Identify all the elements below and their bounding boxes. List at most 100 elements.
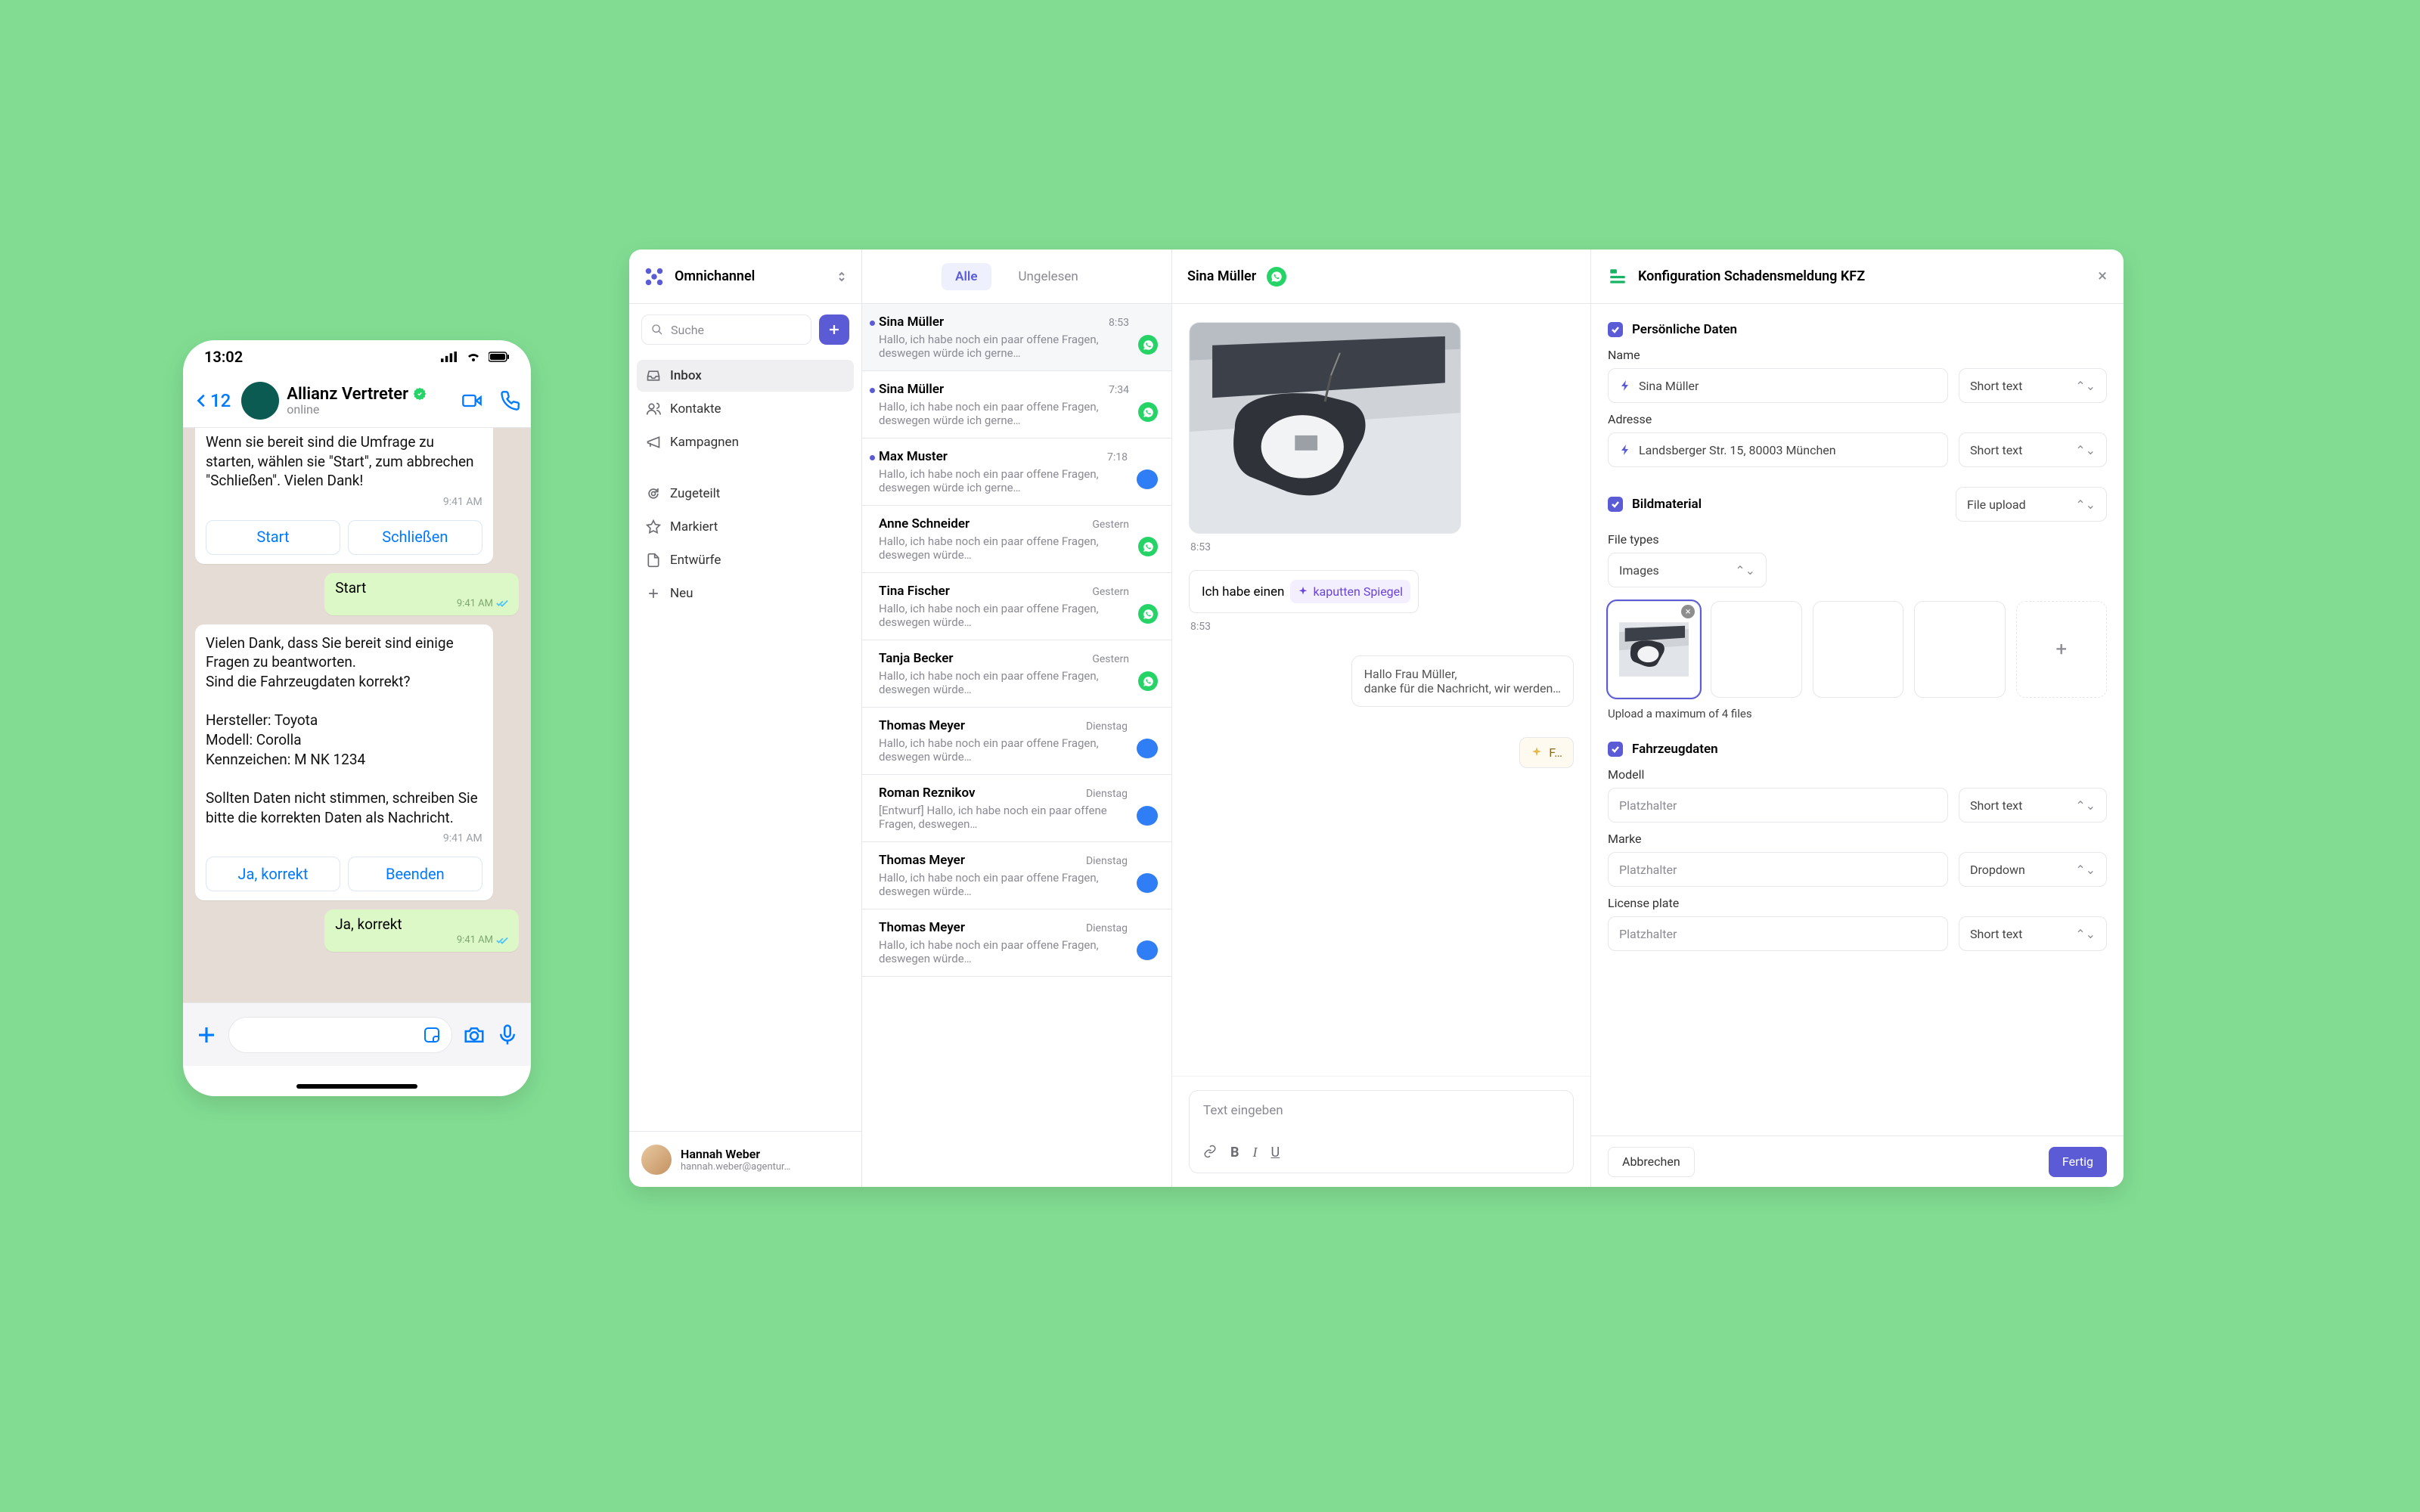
nav-campaigns[interactable]: Kampagnen: [637, 426, 854, 458]
conv-preview: Hallo, ich habe noch ein paar offene Fra…: [879, 333, 1129, 360]
quick-reply-yes[interactable]: Ja, korrekt: [206, 857, 340, 891]
attached-image[interactable]: [1189, 322, 1461, 534]
select-filetypes[interactable]: Images⌃⌄: [1608, 553, 1767, 587]
italic-button[interactable]: I: [1253, 1145, 1258, 1160]
input-plate[interactable]: Platzhalter: [1608, 916, 1948, 951]
file-icon: [646, 553, 661, 568]
contact-avatar[interactable]: [241, 382, 279, 420]
conversation-item[interactable]: Thomas MeyerDienstagHallo, ich habe noch…: [862, 909, 1171, 977]
label-model: Modell: [1608, 767, 2107, 782]
bolt-icon: [1619, 444, 1631, 456]
select-upload-type[interactable]: File upload⌃⌄: [1956, 487, 2107, 522]
select-type-brand[interactable]: Dropdown⌃⌄: [1959, 852, 2107, 887]
input-name[interactable]: Sina Müller: [1608, 368, 1948, 403]
select-type-address[interactable]: Short text⌃⌄: [1959, 432, 2107, 467]
workspace-name: Omnichannel: [675, 268, 827, 284]
conversation-item[interactable]: Roman ReznikovDienstag[Entwurf] Hallo, i…: [862, 775, 1171, 842]
channel-icon: [1137, 940, 1158, 960]
video-call-icon[interactable]: [461, 390, 482, 411]
checkbox-vehicle[interactable]: [1608, 742, 1623, 757]
nav-assigned[interactable]: Zugeteilt: [637, 478, 854, 510]
conv-name: Roman Reznikov: [879, 785, 975, 801]
nav-inbox[interactable]: Inbox: [637, 360, 854, 392]
search-input[interactable]: Suche: [641, 314, 811, 345]
conversation-item[interactable]: Sina Müller8:53Hallo, ich habe noch ein …: [862, 304, 1171, 371]
camera-icon[interactable]: [463, 1024, 486, 1046]
quick-reply-close[interactable]: Schließen: [348, 520, 482, 555]
conversation-item[interactable]: Tanja BeckerGesternHallo, ich habe noch …: [862, 640, 1171, 708]
thread-scroll[interactable]: 8:53 Ich habe einen kaputten Spiegel 8:5…: [1172, 304, 1590, 1076]
phone-clock: 13:02: [204, 348, 243, 366]
trigger-flow-button[interactable]: F…: [1519, 737, 1574, 768]
checkbox-bildmaterial[interactable]: [1608, 497, 1623, 512]
conversation-item[interactable]: Thomas MeyerDienstagHallo, ich habe noch…: [862, 842, 1171, 909]
quick-reply-end[interactable]: Beenden: [348, 857, 482, 891]
conversation-item[interactable]: Anne SchneiderGesternHallo, ich habe noc…: [862, 506, 1171, 573]
sticker-icon[interactable]: [423, 1026, 441, 1044]
bold-button[interactable]: B: [1230, 1145, 1239, 1160]
conversation-item[interactable]: Tina FischerGesternHallo, ich habe noch …: [862, 573, 1171, 640]
underline-button[interactable]: U: [1271, 1145, 1280, 1160]
select-type-model[interactable]: Short text⌃⌄: [1959, 788, 2107, 823]
tab-all[interactable]: Alle: [942, 263, 991, 290]
workspace-logo-icon: [643, 265, 666, 288]
nav-drafts[interactable]: Entwürfe: [637, 544, 854, 576]
read-check-icon: [496, 599, 508, 608]
conv-date: 7:34: [1109, 384, 1129, 396]
section-personal: Persönliche Daten: [1608, 322, 2107, 337]
remove-thumb-icon[interactable]: ×: [1681, 605, 1695, 618]
contact-title[interactable]: Allianz Vertreter online: [287, 385, 454, 417]
channel-icon: [1137, 806, 1158, 826]
composer-input[interactable]: [228, 1017, 452, 1053]
link-icon[interactable]: [1203, 1145, 1217, 1158]
new-conversation-button[interactable]: [819, 314, 849, 345]
sidebar: Omnichannel Suche Inbox Kontakte Kampagn…: [629, 249, 862, 1187]
nav-contacts[interactable]: Kontakte: [637, 393, 854, 425]
conv-date: 8:53: [1109, 317, 1129, 329]
workspace-switcher[interactable]: Omnichannel: [629, 249, 861, 304]
conv-name: Thomas Meyer: [879, 718, 965, 733]
quick-reply-start[interactable]: Start: [206, 520, 340, 555]
whatsapp-chat[interactable]: Wenn sie bereit sind die Umfrage zu star…: [183, 428, 531, 1002]
thumbnail-3-empty[interactable]: [1813, 601, 1903, 698]
cancel-button[interactable]: Abbrechen: [1608, 1147, 1695, 1177]
current-user[interactable]: Hannah Weber hannah.weber@agentur…: [629, 1131, 861, 1187]
whatsapp-header: 12 Allianz Vertreter online: [183, 373, 531, 428]
channel-icon: [1137, 873, 1158, 893]
conversation-scroll[interactable]: Sina Müller8:53Hallo, ich habe noch ein …: [862, 304, 1171, 1187]
agent-draft-message: Hallo Frau Müller, danke für die Nachric…: [1351, 655, 1574, 707]
attach-plus-icon[interactable]: [195, 1024, 218, 1046]
select-type-name[interactable]: Short text⌃⌄: [1959, 368, 2107, 403]
back-button[interactable]: 12: [194, 390, 231, 411]
thumbnail-2-empty[interactable]: [1711, 601, 1801, 698]
input-model[interactable]: Platzhalter: [1608, 788, 1948, 823]
close-button[interactable]: ×: [2098, 267, 2107, 286]
input-brand[interactable]: Platzhalter: [1608, 852, 1948, 887]
tab-unread[interactable]: Ungelesen: [1005, 263, 1092, 290]
conversation-item[interactable]: Sina Müller7:34Hallo, ich habe noch ein …: [862, 371, 1171, 438]
home-indicator: [296, 1084, 417, 1089]
mic-icon[interactable]: [496, 1024, 519, 1046]
thumbnail-1[interactable]: ×: [1608, 601, 1700, 698]
voice-call-icon[interactable]: [499, 390, 520, 411]
campaign-icon: [646, 435, 661, 450]
checkbox-personal[interactable]: [1608, 322, 1623, 337]
add-thumbnail-button[interactable]: +: [2016, 601, 2107, 698]
caret-updown-icon: [836, 271, 848, 283]
conversation-item[interactable]: Max Muster7:18Hallo, ich habe noch ein p…: [862, 438, 1171, 506]
panel-body[interactable]: Persönliche Daten Name Sina Müller Short…: [1591, 304, 2124, 1136]
channel-icon: [1137, 739, 1158, 758]
entity-chip[interactable]: kaputten Spiegel: [1290, 580, 1410, 603]
done-button[interactable]: Fertig: [2049, 1147, 2107, 1177]
compose-area: Text eingeben B I U: [1172, 1076, 1590, 1187]
select-type-plate[interactable]: Short text⌃⌄: [1959, 916, 2107, 951]
input-address[interactable]: Landsberger Str. 15, 80003 München: [1608, 432, 1948, 467]
thumbnail-4-empty[interactable]: [1914, 601, 2005, 698]
channel-icon: [1138, 604, 1158, 624]
nav-marked[interactable]: Markiert: [637, 511, 854, 543]
nav-new[interactable]: Neu: [637, 578, 854, 609]
compose-input[interactable]: Text eingeben B I U: [1189, 1090, 1574, 1173]
conv-name: Thomas Meyer: [879, 853, 965, 868]
phone-status-right: [441, 352, 510, 362]
conversation-item[interactable]: Thomas MeyerDienstagHallo, ich habe noch…: [862, 708, 1171, 775]
